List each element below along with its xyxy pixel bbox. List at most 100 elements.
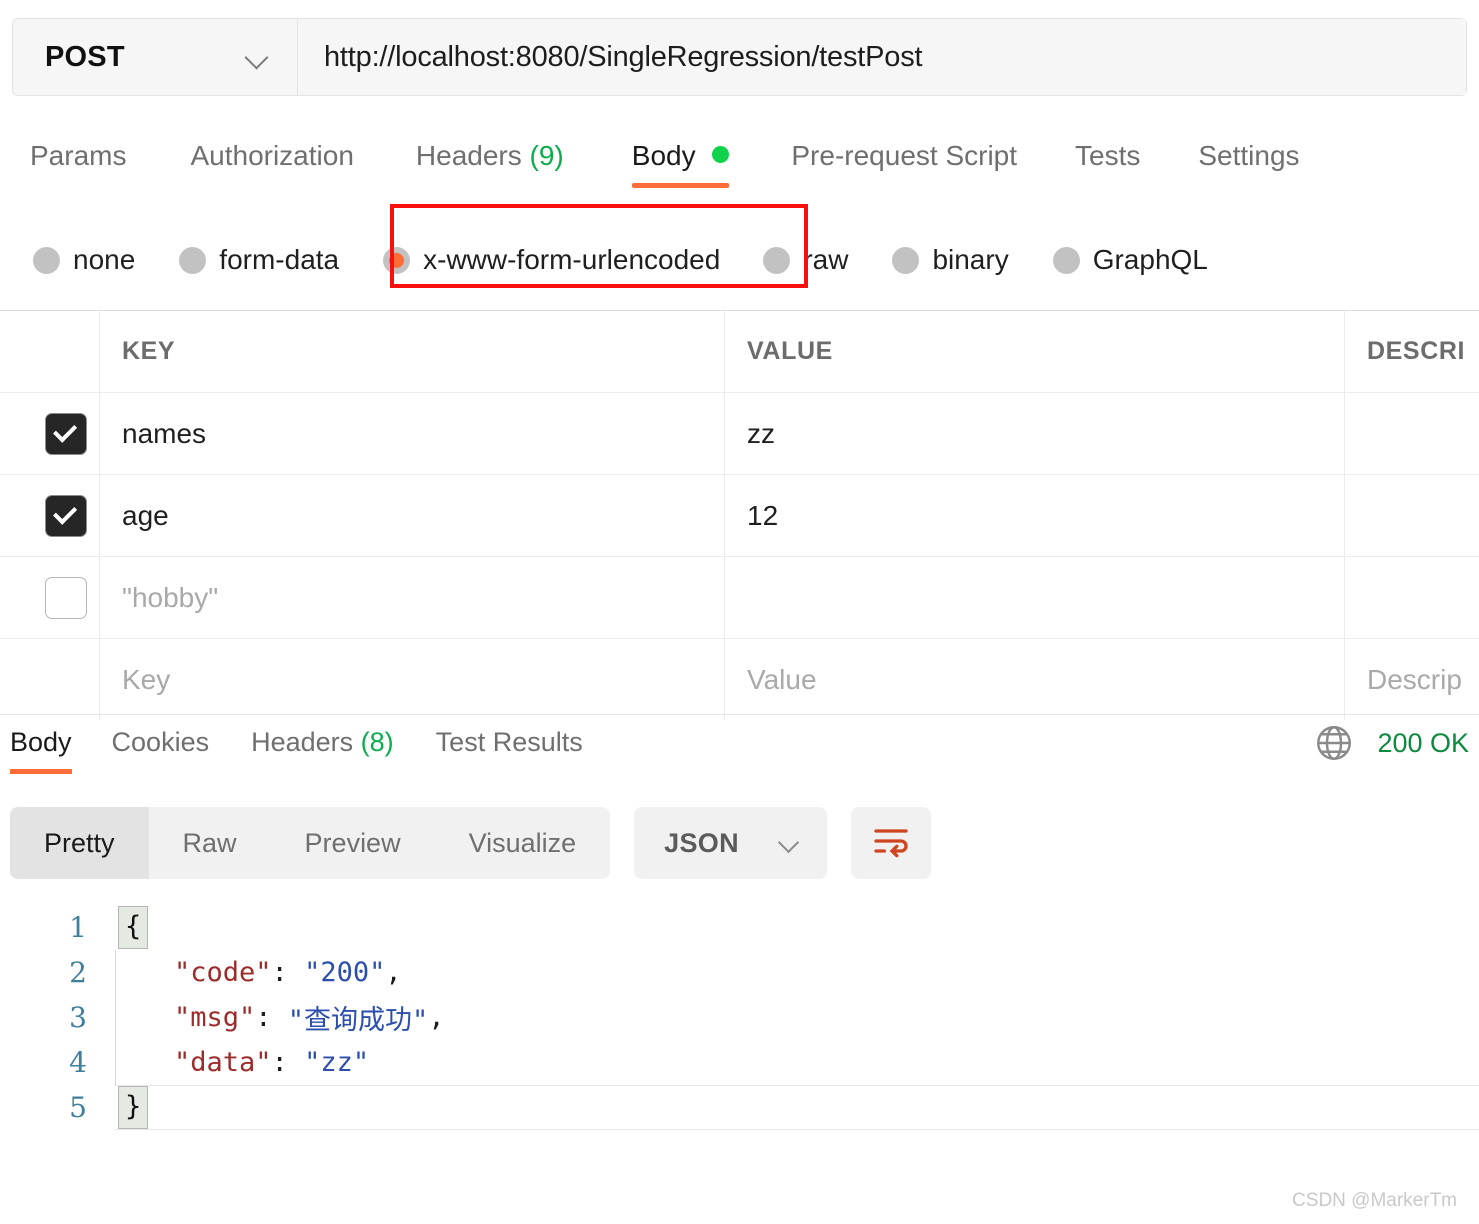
code-line: 4 "data": "zz"	[0, 1040, 1479, 1085]
line-number: 3	[69, 1001, 87, 1034]
body-mode-urlencoded[interactable]: x-www-form-urlencoded	[383, 244, 720, 276]
body-mode-form-data[interactable]: form-data	[179, 244, 339, 276]
body-mode-raw-label: raw	[803, 244, 849, 275]
tab-tests[interactable]: Tests	[1075, 140, 1140, 188]
request-tabs: Params Authorization Headers (9) Body Pr…	[0, 140, 1479, 202]
row-key-age[interactable]: age	[100, 475, 725, 556]
json-separator: :	[271, 1047, 305, 1078]
close-brace: }	[118, 1086, 149, 1129]
code-line-content[interactable]: {	[115, 905, 1479, 950]
view-mode-visualize[interactable]: Visualize	[435, 807, 611, 879]
view-mode-visualize-label: Visualize	[468, 827, 577, 858]
table-header-row: KEY VALUE DESCRI	[0, 310, 1479, 392]
row-description-age[interactable]	[1345, 475, 1479, 556]
request-url-bar: POST	[12, 18, 1467, 96]
response-tab-headers-count: (8)	[360, 727, 394, 757]
code-line-content[interactable]: }	[115, 1085, 1479, 1130]
body-params-table: KEY VALUE DESCRI names zz age 12 "hobby"…	[0, 310, 1479, 720]
tab-settings[interactable]: Settings	[1198, 140, 1299, 188]
code-rule-bottom	[115, 1129, 1479, 1130]
response-active-tab-underline	[10, 769, 72, 774]
chevron-down-icon	[245, 44, 271, 70]
view-mode-raw-label: Raw	[182, 827, 237, 858]
row-checkbox-hobby[interactable]	[45, 576, 87, 619]
radio-none-icon	[33, 246, 60, 274]
tab-params[interactable]: Params	[30, 140, 126, 188]
new-row-key-input[interactable]: Key	[100, 639, 725, 720]
row-checkbox-age[interactable]	[45, 494, 87, 537]
response-tab-cookies[interactable]: Cookies	[112, 727, 210, 774]
tab-headers[interactable]: Headers (9)	[416, 140, 564, 188]
response-body-code: 1 { 2 "code": "200", 3 "msg": "查询成功", 4 …	[0, 905, 1479, 1130]
body-mode-graphql[interactable]: GraphQL	[1052, 244, 1208, 276]
body-mode-none[interactable]: none	[33, 244, 135, 276]
row-key-names[interactable]: names	[100, 393, 725, 474]
body-mode-urlencoded-label: x-www-form-urlencoded	[423, 244, 721, 275]
tab-body-label: Body	[631, 140, 696, 171]
body-mode-none-label: none	[73, 244, 136, 275]
code-line: 3 "msg": "查询成功",	[0, 995, 1479, 1040]
json-key: "data"	[174, 1047, 272, 1078]
new-row-description-input[interactable]: Descrip	[1345, 639, 1479, 720]
radio-binary-icon	[892, 246, 920, 274]
tab-authorization[interactable]: Authorization	[190, 140, 353, 188]
row-checkbox-names[interactable]	[45, 412, 87, 455]
body-mode-binary[interactable]: binary	[892, 244, 1009, 276]
body-mode-graphql-label: GraphQL	[1092, 244, 1208, 275]
new-row-value-input[interactable]: Value	[725, 639, 1345, 720]
request-url-input[interactable]	[298, 19, 1466, 95]
row-key-hobby[interactable]: "hobby"	[100, 557, 725, 638]
code-line: 2 "code": "200",	[0, 950, 1479, 995]
json-key: "code"	[174, 957, 272, 988]
row-value-names[interactable]: zz	[725, 393, 1345, 474]
row-value-age[interactable]: 12	[725, 475, 1345, 556]
view-mode-preview-label: Preview	[304, 827, 401, 858]
open-brace: {	[118, 906, 149, 949]
tab-headers-count: (9)	[529, 140, 564, 171]
response-tab-cookies-label: Cookies	[111, 727, 210, 757]
body-mode-raw[interactable]: raw	[763, 244, 848, 276]
tab-authorization-label: Authorization	[190, 140, 354, 171]
response-tabs: Body Cookies Headers (8) Test Results	[0, 714, 1479, 782]
code-line: 5 }	[0, 1085, 1479, 1130]
code-line-content[interactable]: "msg": "查询成功",	[115, 995, 1479, 1040]
code-line-content[interactable]: "data": "zz"	[115, 1040, 1479, 1085]
radio-graphql-icon	[1052, 246, 1080, 274]
chevron-down-icon	[779, 832, 801, 854]
json-comma: ,	[385, 957, 402, 988]
row-description-names[interactable]	[1345, 393, 1479, 474]
response-format-select[interactable]: JSON	[634, 807, 827, 879]
active-tab-underline	[631, 183, 730, 188]
row-value-hobby[interactable]	[725, 557, 1345, 638]
view-mode-preview[interactable]: Preview	[271, 807, 435, 879]
header-checkbox-cell	[0, 311, 100, 392]
code-line: 1 {	[0, 905, 1479, 950]
watermark: CSDN @MarkerTm	[1292, 1190, 1457, 1211]
http-method-select[interactable]: POST	[13, 19, 298, 95]
row-description-hobby[interactable]	[1345, 557, 1479, 638]
json-separator: :	[255, 1002, 288, 1033]
response-view-toolbar: Pretty Raw Preview Visualize JSON	[10, 807, 931, 879]
table-row: names zz	[0, 392, 1479, 474]
wrap-text-button[interactable]	[850, 807, 931, 879]
new-row-checkbox-cell	[0, 639, 100, 720]
json-value: "200"	[304, 957, 386, 988]
json-value: "zz"	[304, 1047, 370, 1078]
radio-form-data-icon	[179, 246, 207, 274]
tab-body[interactable]: Body	[631, 140, 730, 188]
body-mode-form-data-label: form-data	[219, 244, 340, 275]
tab-tests-label: Tests	[1075, 140, 1141, 171]
response-tab-headers[interactable]: Headers (8)	[251, 727, 394, 774]
tab-pre-request-script[interactable]: Pre-request Script	[791, 140, 1017, 188]
response-tab-test-results[interactable]: Test Results	[436, 727, 583, 774]
response-tab-headers-label: Headers	[251, 727, 354, 757]
code-line-content[interactable]: "code": "200",	[115, 950, 1479, 995]
view-mode-raw[interactable]: Raw	[149, 807, 271, 879]
row-checkbox-cell	[0, 475, 100, 556]
line-number: 2	[69, 956, 87, 989]
response-tab-body[interactable]: Body	[10, 727, 72, 774]
view-mode-pretty[interactable]: Pretty	[10, 807, 149, 879]
status-badge: 200 OK	[1377, 727, 1469, 758]
table-row: "hobby"	[0, 556, 1479, 638]
radio-raw-icon	[763, 246, 791, 274]
